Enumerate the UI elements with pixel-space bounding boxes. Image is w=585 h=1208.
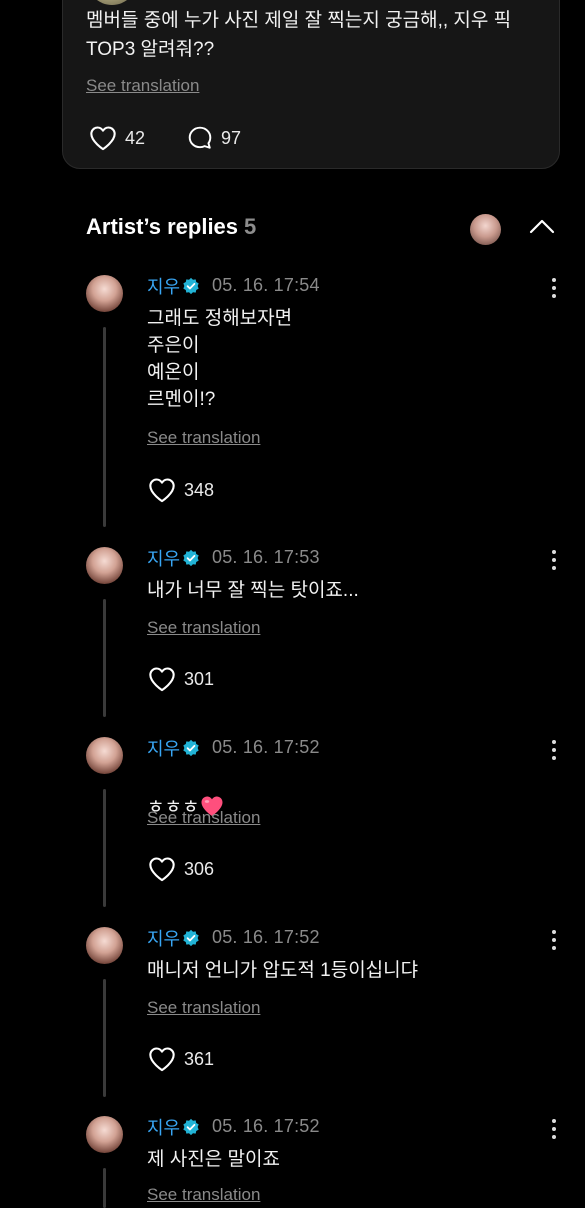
reply-like-button[interactable]: 301 [148,666,214,692]
reply-timestamp: 05. 16. 17:52 [212,1116,320,1136]
reply-text: 내가 너무 잘 찍는 탓이죠... [147,580,359,601]
artist-avatar[interactable] [86,275,123,312]
artist-avatar-small [470,214,501,245]
reply-like-count: 306 [184,858,215,879]
artist-avatar[interactable] [86,1116,123,1153]
speech-bubble-icon [188,126,212,149]
post-text: 멤버들 중에 누가 사진 제일 잘 찍는지 궁금해,, 지우 픽 TOP3 알려… [86,10,512,60]
post-like-button[interactable]: 42 [89,125,145,151]
more-vertical-icon[interactable] [549,549,559,571]
more-vertical-icon[interactable] [549,739,559,761]
verified-badge-icon [183,929,199,947]
artist-avatar[interactable] [86,737,123,774]
verified-badge-icon [183,739,199,757]
reply-text: 제 사진은 말이죠 [147,1149,280,1170]
see-translation-link[interactable]: See translation [147,998,260,1018]
post-see-translation-link[interactable]: See translation [86,76,199,96]
artist-name[interactable]: 지우 [147,273,180,299]
see-translation-link[interactable]: See translation [147,1185,260,1205]
reply-like-count: 348 [184,479,215,500]
artist-avatar[interactable] [86,927,123,964]
reply-timestamp: 05. 16. 17:52 [212,737,320,757]
reply-text: 그래도 정해보자면 주은이 예온이 르멘이!? [147,308,293,410]
post-author-avatar[interactable] [87,0,137,5]
thread-line [103,599,106,717]
post-comment-count: 97 [221,127,242,148]
heart-outline-icon [149,857,175,882]
artist-replies-title: Artist’s replies [86,214,239,239]
post-comment-button[interactable]: 97 [187,125,241,151]
more-vertical-icon[interactable] [549,277,559,299]
heart-outline-icon [149,1047,175,1072]
thread-line [103,979,106,1097]
more-vertical-icon[interactable] [549,929,559,951]
artist-replies-count: 5 [244,214,257,239]
thread-line [103,789,106,907]
reply-like-count: 361 [184,1048,215,1069]
chevron-up-icon [529,219,555,234]
reply-timestamp: 05. 16. 17:54 [212,275,320,295]
see-translation-link[interactable]: See translation [147,428,260,448]
post-like-count: 42 [125,127,146,148]
artist-name[interactable]: 지우 [147,1114,180,1140]
artist-name[interactable]: 지우 [147,925,180,951]
thread-line [103,1168,106,1208]
more-vertical-icon[interactable] [549,1118,559,1140]
heart-outline-icon [90,126,116,151]
see-translation-link[interactable]: See translation [147,618,260,638]
reply-timestamp: 05. 16. 17:53 [212,547,320,567]
verified-badge-icon [183,549,199,567]
reply-like-button[interactable]: 361 [148,1046,214,1072]
heart-outline-icon [149,478,175,503]
verified-badge-icon [183,1118,199,1136]
reply-like-button[interactable]: 306 [148,856,214,882]
heart-outline-icon [149,667,175,692]
verified-badge-icon [183,277,199,295]
artist-name[interactable]: 지우 [147,545,180,571]
reply-text: 매니저 언니가 압도적 1등이십니댜 [147,960,419,981]
artist-avatar[interactable] [86,547,123,584]
collapse-replies-button[interactable] [528,216,556,241]
artist-name[interactable]: 지우 [147,735,180,761]
reply-timestamp: 05. 16. 17:52 [212,927,320,947]
see-translation-link[interactable]: See translation [147,808,260,828]
artist-replies-header: Artist’s replies 5 [86,214,256,240]
reply-like-button[interactable]: 348 [148,477,214,503]
thread-line [103,327,106,527]
reply-like-count: 301 [184,668,215,689]
